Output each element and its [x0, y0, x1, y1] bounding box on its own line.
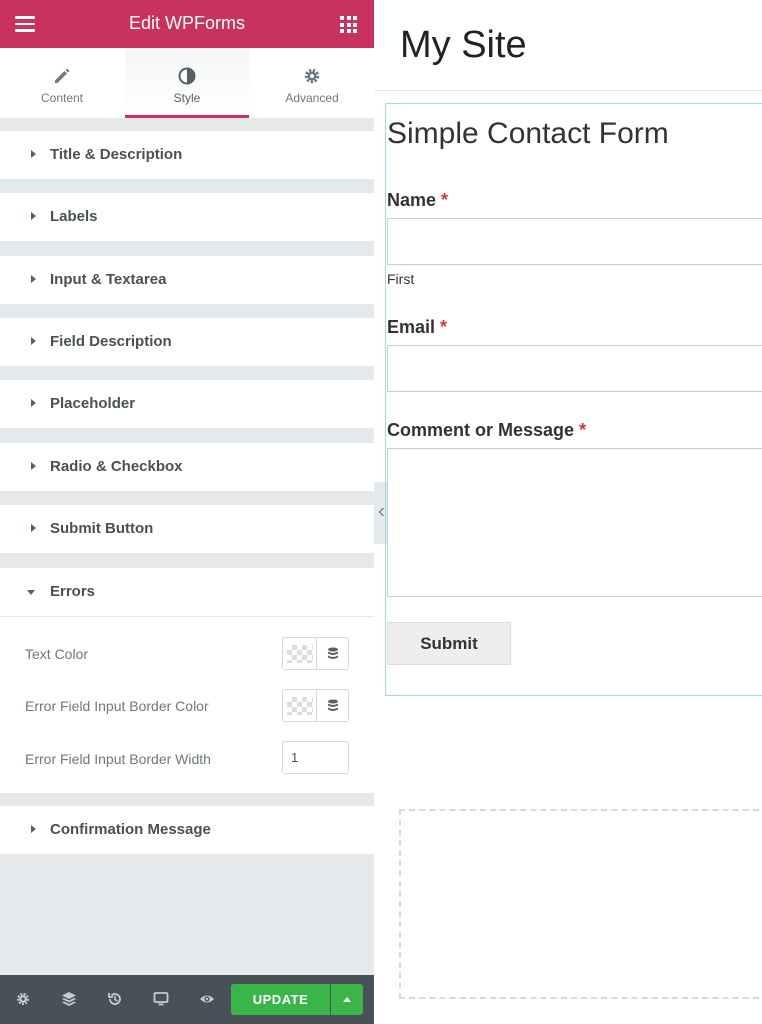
- message-textarea[interactable]: [387, 448, 762, 597]
- widgets-grid-icon[interactable]: [340, 16, 357, 33]
- section-label: Field Description: [50, 333, 172, 350]
- form-title: Simple Contact Form: [387, 117, 669, 150]
- name-first-input[interactable]: [387, 218, 762, 265]
- name-first-sublabel: First: [387, 271, 415, 287]
- caret-right-icon: [31, 150, 36, 158]
- section-errors[interactable]: Errors: [0, 568, 374, 616]
- tab-content[interactable]: Content: [0, 48, 124, 118]
- caret-right-icon: [31, 275, 36, 283]
- border-width-input[interactable]: [282, 741, 349, 774]
- contrast-icon: [178, 67, 196, 85]
- database-icon[interactable]: [327, 647, 339, 661]
- desktop-icon[interactable]: [153, 991, 169, 1007]
- section-radio-checkbox[interactable]: Radio & Checkbox: [0, 443, 374, 491]
- section-confirmation-message[interactable]: Confirmation Message: [0, 806, 374, 854]
- pencil-icon: [55, 68, 70, 83]
- history-icon[interactable]: [107, 991, 123, 1007]
- text-color-label: Text Color: [25, 646, 89, 662]
- settings-gear-icon[interactable]: [15, 991, 31, 1007]
- caret-right-icon: [31, 337, 36, 345]
- color-swatch[interactable]: [287, 697, 313, 715]
- text-color-control: [282, 637, 349, 670]
- section-label: Radio & Checkbox: [50, 458, 183, 475]
- submit-button[interactable]: Submit: [387, 622, 511, 665]
- caret-right-icon: [31, 399, 36, 407]
- name-field-label: Name *: [387, 190, 448, 211]
- caret-right-icon: [31, 524, 36, 532]
- tab-advanced[interactable]: Advanced: [250, 48, 374, 118]
- tab-label: Style: [173, 91, 201, 105]
- section-submit-button[interactable]: Submit Button: [0, 505, 374, 553]
- border-color-control: [282, 689, 349, 722]
- section-label: Submit Button: [50, 520, 154, 537]
- errors-controls: Text Color Error Field Input Border Colo…: [0, 616, 374, 793]
- section-title-description[interactable]: Title & Description: [0, 131, 374, 179]
- tab-style[interactable]: Style: [125, 48, 249, 118]
- caret-right-icon: [31, 212, 36, 220]
- eye-preview-icon[interactable]: [199, 991, 215, 1007]
- update-options-caret-icon[interactable]: [331, 984, 363, 1015]
- divider: [316, 690, 317, 721]
- color-swatch[interactable]: [287, 645, 313, 663]
- add-section-drop-zone[interactable]: [399, 809, 762, 999]
- required-mark: *: [579, 420, 587, 440]
- section-label: Title & Description: [50, 146, 183, 163]
- field-label-text: Email: [387, 317, 436, 337]
- section-label: Placeholder: [50, 395, 136, 412]
- required-mark: *: [441, 190, 449, 210]
- tab-label: Content: [40, 91, 84, 105]
- message-field-label: Comment or Message *: [387, 420, 586, 441]
- layers-icon[interactable]: [61, 991, 77, 1007]
- caret-right-icon: [31, 825, 36, 833]
- email-field-label: Email *: [387, 317, 447, 338]
- gear-icon: [304, 68, 320, 84]
- divider: [316, 638, 317, 669]
- section-field-description[interactable]: Field Description: [0, 318, 374, 366]
- required-mark: *: [440, 317, 448, 337]
- section-labels[interactable]: Labels: [0, 193, 374, 241]
- section-label: Labels: [50, 208, 98, 225]
- field-label-text: Name: [387, 190, 437, 210]
- section-placeholder[interactable]: Placeholder: [0, 380, 374, 428]
- caret-down-icon: [27, 590, 35, 595]
- section-label: Errors: [50, 583, 96, 600]
- field-label-text: Comment or Message: [387, 420, 575, 440]
- section-input-textarea[interactable]: Input & Textarea: [0, 256, 374, 304]
- border-width-label: Error Field Input Border Width: [25, 751, 211, 767]
- editor-panel: Edit WPForms Content Style Advanced Titl…: [0, 0, 374, 1024]
- panel-tabs: Content Style Advanced: [0, 48, 374, 118]
- section-label: Confirmation Message: [50, 821, 211, 838]
- database-icon[interactable]: [327, 699, 339, 713]
- site-title: My Site: [400, 24, 527, 66]
- panel-header: Edit WPForms: [0, 0, 374, 48]
- panel-title: Edit WPForms: [128, 13, 245, 33]
- header-divider: [374, 90, 762, 91]
- tab-label: Advanced: [285, 91, 339, 105]
- border-color-label: Error Field Input Border Color: [25, 698, 209, 714]
- section-label: Input & Textarea: [50, 271, 167, 288]
- email-input[interactable]: [387, 345, 762, 392]
- caret-right-icon: [31, 462, 36, 470]
- update-button[interactable]: UPDATE: [231, 984, 330, 1015]
